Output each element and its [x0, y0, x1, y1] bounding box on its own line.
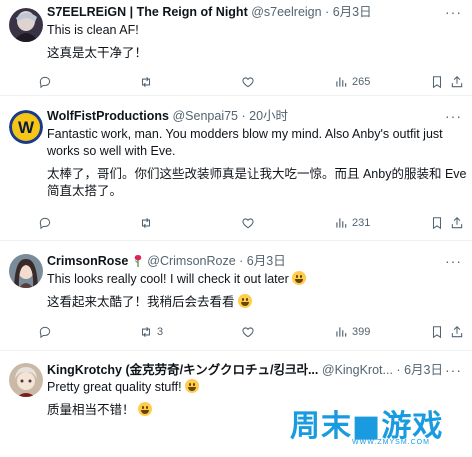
- share-icon: [451, 217, 463, 229]
- share-button[interactable]: [450, 214, 464, 232]
- views-count: 399: [352, 326, 371, 338]
- views-icon: [336, 327, 347, 337]
- post-text: This looks really cool! I will check it …: [47, 271, 464, 311]
- views-icon: [336, 77, 347, 87]
- repost-icon: [141, 326, 151, 338]
- text-line: 这看起来太酷了！我稍后会去看看: [47, 295, 235, 309]
- bookmark-button[interactable]: [430, 323, 444, 341]
- like-button[interactable]: [241, 73, 255, 91]
- post-text: Fantastic work, man. You modders blow my…: [47, 126, 467, 200]
- like-button[interactable]: [241, 323, 255, 341]
- reply-post[interactable]: S7EELREiGN | The Reign of Night @s7eelre…: [0, 0, 472, 96]
- timestamp[interactable]: 6月3日: [333, 5, 372, 19]
- separator: ·: [239, 254, 244, 268]
- text-line: This is clean AF!: [47, 23, 139, 37]
- repost-icon: [141, 76, 151, 88]
- post-header: WolfFistProductions @Senpai75 · 20小时: [47, 108, 464, 124]
- bookmark-button[interactable]: [430, 73, 444, 91]
- repost-button[interactable]: [139, 73, 157, 91]
- action-bar: 265: [38, 73, 464, 91]
- like-icon: [242, 218, 254, 229]
- views-icon: [336, 218, 347, 228]
- post-text: This is clean AF! 这真是太干净了！: [47, 22, 464, 62]
- like-button[interactable]: [241, 214, 255, 232]
- action-bar: 231: [38, 214, 464, 232]
- share-icon: [451, 76, 463, 88]
- avatar[interactable]: [9, 8, 43, 42]
- bookmark-icon: [432, 217, 442, 230]
- repost-count: 3: [157, 326, 164, 338]
- avatar[interactable]: [9, 254, 43, 288]
- grin-emoji-icon: [292, 271, 307, 285]
- more-icon[interactable]: ···: [445, 254, 462, 268]
- separator: ·: [241, 109, 246, 123]
- like-icon: [242, 327, 254, 338]
- text-line: Fantastic work, man. You modders blow my…: [47, 127, 443, 141]
- separator: ·: [325, 5, 330, 19]
- reply-button[interactable]: [38, 323, 56, 341]
- text-line: 简直太搭了。: [47, 184, 123, 198]
- handle[interactable]: @CrimsonRoze: [147, 254, 235, 268]
- grin-emoji-icon: [138, 402, 152, 416]
- reply-button[interactable]: [38, 214, 56, 232]
- more-icon[interactable]: ···: [445, 5, 462, 19]
- reply-icon: [39, 326, 51, 339]
- handle[interactable]: @KingKrot...: [322, 363, 393, 377]
- views-count: 231: [352, 217, 371, 229]
- more-icon[interactable]: ···: [445, 109, 462, 123]
- bookmark-icon: [432, 326, 442, 339]
- timestamp[interactable]: 6月3日: [404, 363, 443, 377]
- action-bar: 3 399: [38, 323, 464, 341]
- share-button[interactable]: [450, 73, 464, 91]
- reply-post[interactable]: CrimsonRose @CrimsonRoze · 6月3日 ··· This…: [0, 241, 472, 351]
- views-count: 265: [352, 76, 371, 88]
- timestamp[interactable]: 6月3日: [247, 254, 286, 268]
- display-name[interactable]: S7EELREiGN | The Reign of Night: [47, 5, 248, 19]
- text-line: 这真是太干净了！: [47, 46, 148, 60]
- views-button[interactable]: 265: [334, 73, 370, 91]
- display-name[interactable]: WolfFistProductions: [47, 109, 169, 123]
- avatar[interactable]: W: [9, 110, 43, 144]
- text-line: 太棒了，哥们。你们这些改装师真是让我大吃一惊。而且 Anby的服装和 Eve: [47, 167, 467, 181]
- views-button[interactable]: 399: [334, 323, 370, 341]
- svg-text:W: W: [18, 118, 35, 137]
- display-name[interactable]: KingKrotchy (金克劳奇/キングクロチュ/킹크라...: [47, 363, 318, 377]
- repost-icon: [141, 217, 151, 229]
- watermark-url: WWW.ZMYSM.COM: [352, 439, 430, 446]
- repost-button[interactable]: [139, 214, 157, 232]
- display-name[interactable]: CrimsonRose: [47, 254, 128, 268]
- handle[interactable]: @Senpai75: [172, 109, 238, 123]
- post-header: KingKrotchy (金克劳奇/キングクロチュ/킹크라... @KingKr…: [47, 362, 464, 378]
- grin-emoji-icon: [238, 294, 252, 308]
- views-button[interactable]: 231: [334, 214, 370, 232]
- flower-icon: [134, 255, 141, 267]
- more-icon[interactable]: ···: [445, 363, 462, 377]
- share-icon: [451, 326, 463, 338]
- repost-button[interactable]: 3: [139, 323, 163, 341]
- reply-icon: [39, 217, 51, 230]
- like-icon: [242, 77, 254, 88]
- handle[interactable]: @s7eelreign: [251, 5, 321, 19]
- reply-post[interactable]: W WolfFistProductions @Senpai75 · 20小时 ·…: [0, 96, 472, 241]
- reply-icon: [39, 76, 51, 89]
- site-watermark: 周末■游戏 WWW.ZMYSM.COM: [290, 399, 466, 449]
- reply-button[interactable]: [38, 73, 56, 91]
- bookmark-icon: [432, 76, 442, 89]
- separator: ·: [396, 363, 401, 377]
- bookmark-button[interactable]: [430, 214, 444, 232]
- avatar[interactable]: [9, 363, 43, 397]
- post-header: CrimsonRose @CrimsonRoze · 6月3日: [47, 253, 464, 269]
- text-line: This looks really cool! I will check it …: [47, 272, 289, 286]
- post-header: S7EELREiGN | The Reign of Night @s7eelre…: [47, 4, 464, 20]
- share-button[interactable]: [450, 323, 464, 341]
- text-line: 质量相当不错！: [47, 403, 135, 417]
- text-line: Pretty great quality stuff!: [47, 380, 182, 394]
- timestamp[interactable]: 20小时: [249, 109, 288, 123]
- grin-emoji-icon: [185, 379, 200, 393]
- text-line: works so well with Eve.: [47, 144, 176, 158]
